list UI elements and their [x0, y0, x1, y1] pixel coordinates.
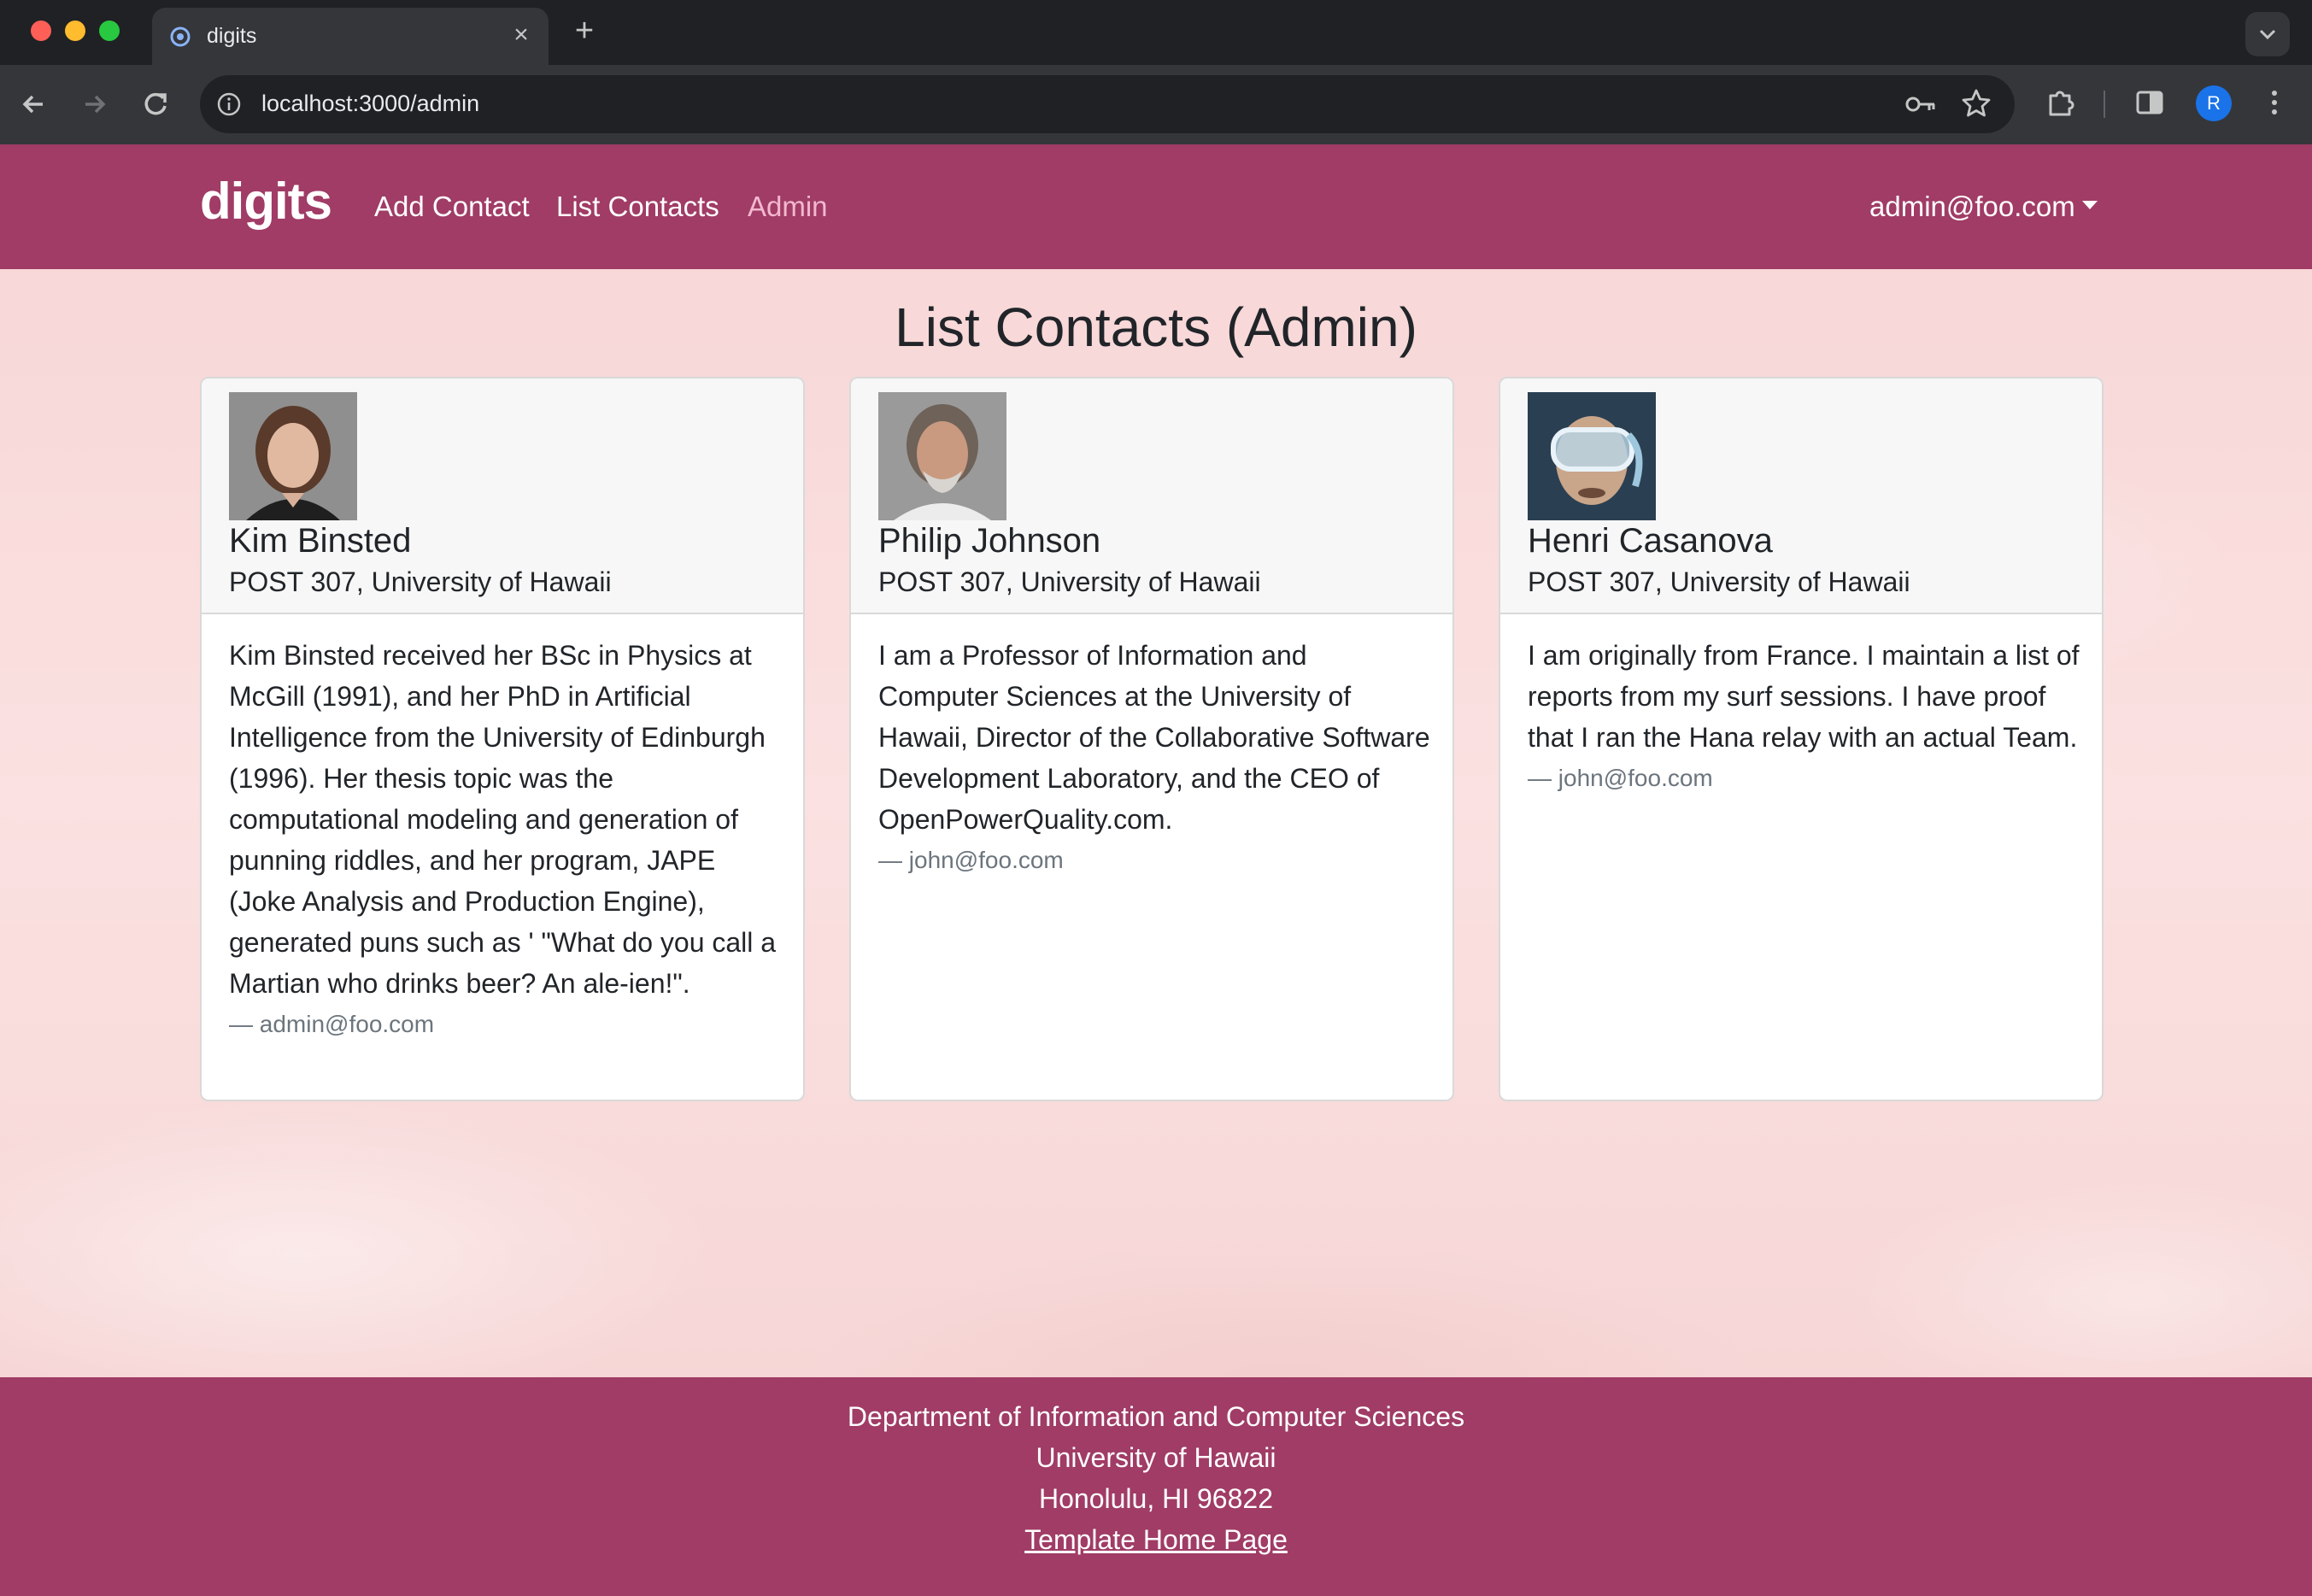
- contact-photo: [229, 392, 357, 520]
- contact-card: Kim Binsted POST 307, University of Hawa…: [200, 377, 805, 1101]
- key-icon[interactable]: [1904, 89, 1938, 120]
- contact-owner: — admin@foo.com: [229, 1011, 435, 1037]
- contact-name: Philip Johnson: [878, 522, 1101, 560]
- side-panel-icon[interactable]: [2131, 84, 2168, 121]
- footer-city: Honolulu, HI 96822: [1039, 1483, 1273, 1514]
- card-body: Kim Binsted received her BSc in Physics …: [229, 635, 781, 1042]
- contact-photo: [1528, 392, 1656, 520]
- card-header: Philip Johnson POST 307, University of H…: [851, 378, 1452, 614]
- card-body: I am originally from France. I maintain …: [1528, 635, 2080, 795]
- template-home-link[interactable]: Template Home Page: [1024, 1524, 1288, 1555]
- contact-address: POST 307, University of Hawaii: [878, 566, 1261, 597]
- nav-admin[interactable]: Admin: [748, 191, 828, 223]
- browser-tab-bar: digits × +: [0, 0, 2312, 65]
- card-header: Henri Casanova POST 307, University of H…: [1500, 378, 2102, 614]
- contact-address: POST 307, University of Hawaii: [229, 566, 612, 597]
- profile-avatar[interactable]: R: [2196, 85, 2232, 121]
- back-icon[interactable]: [14, 84, 55, 125]
- toolbar-divider: [2104, 91, 2105, 118]
- nav-list-contacts[interactable]: List Contacts: [556, 191, 719, 223]
- address-bar[interactable]: localhost:3000/admin: [200, 75, 2015, 133]
- brand-logo[interactable]: digits: [200, 172, 332, 231]
- tab-search-button[interactable]: [2245, 12, 2290, 56]
- window-maximize-button[interactable]: [99, 21, 120, 41]
- new-tab-icon[interactable]: +: [567, 14, 601, 48]
- contact-description: I am a Professor of Information and Comp…: [878, 640, 1430, 835]
- forward-icon[interactable]: [73, 84, 114, 125]
- page-title: List Contacts (Admin): [895, 296, 1417, 358]
- extensions-icon[interactable]: [2042, 84, 2080, 121]
- caret-down-icon: [2081, 201, 2098, 210]
- site-info-icon[interactable]: [215, 91, 243, 118]
- favicon-icon: [170, 26, 191, 47]
- contact-owner: — john@foo.com: [1528, 765, 1713, 791]
- url-text: localhost:3000/admin: [261, 91, 480, 116]
- contact-owner: — john@foo.com: [878, 847, 1064, 873]
- browser-tab[interactable]: digits ×: [152, 8, 549, 65]
- contact-description: Kim Binsted received her BSc in Physics …: [229, 640, 777, 999]
- tab-title: digits: [207, 24, 257, 48]
- browser-toolbar: localhost:3000/admin R: [0, 65, 2312, 144]
- footer-department: Department of Information and Computer S…: [847, 1401, 1465, 1432]
- reload-icon[interactable]: [135, 84, 176, 125]
- user-email: admin@foo.com: [1869, 191, 2075, 222]
- contact-photo: [878, 392, 1006, 520]
- contact-description: I am originally from France. I maintain …: [1528, 640, 2080, 753]
- nav-add-contact[interactable]: Add Contact: [374, 191, 530, 223]
- contact-card: Philip Johnson POST 307, University of H…: [849, 377, 1454, 1101]
- bookmark-star-icon[interactable]: [1960, 87, 1992, 120]
- footer-university: University of Hawaii: [1036, 1442, 1276, 1473]
- contact-card: Henri Casanova POST 307, University of H…: [1499, 377, 2104, 1101]
- contact-address: POST 307, University of Hawaii: [1528, 566, 1910, 597]
- contact-name: Kim Binsted: [229, 522, 412, 560]
- card-body: I am a Professor of Information and Comp…: [878, 635, 1430, 877]
- user-dropdown[interactable]: admin@foo.com: [1869, 191, 2098, 223]
- navbar: digits Add Contact List Contacts Admin a…: [0, 144, 2312, 269]
- close-tab-icon[interactable]: ×: [506, 20, 537, 50]
- contact-name: Henri Casanova: [1528, 522, 1773, 560]
- chevron-down-icon: [2259, 29, 2276, 40]
- window-close-button[interactable]: [31, 21, 51, 41]
- card-header: Kim Binsted POST 307, University of Hawa…: [202, 378, 803, 614]
- window-minimize-button[interactable]: [65, 21, 85, 41]
- more-menu-icon[interactable]: [2256, 84, 2293, 121]
- page-viewport: digits Add Contact List Contacts Admin a…: [0, 144, 2312, 1596]
- footer: Department of Information and Computer S…: [0, 1377, 2312, 1596]
